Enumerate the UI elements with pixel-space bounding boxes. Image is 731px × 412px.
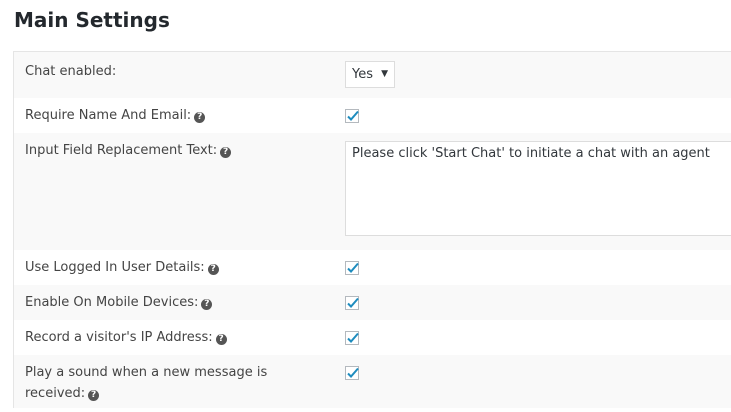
require-name-email-label: Require Name And Email: xyxy=(25,108,192,123)
record-ip-label: Record a visitor's IP Address: xyxy=(25,330,213,345)
help-icon[interactable]: ? xyxy=(194,112,206,123)
select-value: Yes xyxy=(352,67,373,82)
logged-in-user-checkbox[interactable] xyxy=(345,261,359,275)
help-icon[interactable]: ? xyxy=(88,390,100,401)
chat-enabled-label: Chat enabled: xyxy=(25,64,117,79)
logged-in-user-label: Use Logged In User Details: xyxy=(25,260,205,275)
mobile-devices-label: Enable On Mobile Devices: xyxy=(25,295,199,310)
require-name-email-checkbox[interactable] xyxy=(345,109,359,123)
help-icon[interactable]: ? xyxy=(220,147,232,158)
help-icon[interactable]: ? xyxy=(207,264,219,275)
input-field-text-label: Input Field Replacement Text: xyxy=(25,143,218,158)
play-sound-checkbox[interactable] xyxy=(345,366,359,380)
chevron-down-icon: ▼ xyxy=(381,69,388,79)
mobile-devices-checkbox[interactable] xyxy=(345,296,359,310)
row-mobile-devices: Enable On Mobile Devices:? xyxy=(14,285,731,320)
settings-table: Chat enabled: Yes ▼ Require Name And Emai… xyxy=(13,51,731,408)
chat-enabled-select[interactable]: Yes ▼ xyxy=(345,61,395,88)
row-record-ip: Record a visitor's IP Address:? xyxy=(14,320,731,355)
row-require-name-email: Require Name And Email:? xyxy=(14,98,731,133)
input-field-replacement-textarea[interactable]: Please click 'Start Chat' to initiate a … xyxy=(345,141,731,236)
play-sound-label: Play a sound when a new message is recei… xyxy=(25,365,268,401)
help-icon[interactable]: ? xyxy=(215,334,227,345)
page-title: Main Settings xyxy=(14,8,170,32)
help-icon[interactable]: ? xyxy=(201,299,213,310)
row-play-sound: Play a sound when a new message is recei… xyxy=(14,355,731,408)
row-input-field-text: Input Field Replacement Text:? Please cl… xyxy=(14,133,731,250)
row-logged-in-user: Use Logged In User Details:? xyxy=(14,250,731,285)
record-ip-checkbox[interactable] xyxy=(345,331,359,345)
row-chat-enabled: Chat enabled: Yes ▼ xyxy=(14,52,731,98)
